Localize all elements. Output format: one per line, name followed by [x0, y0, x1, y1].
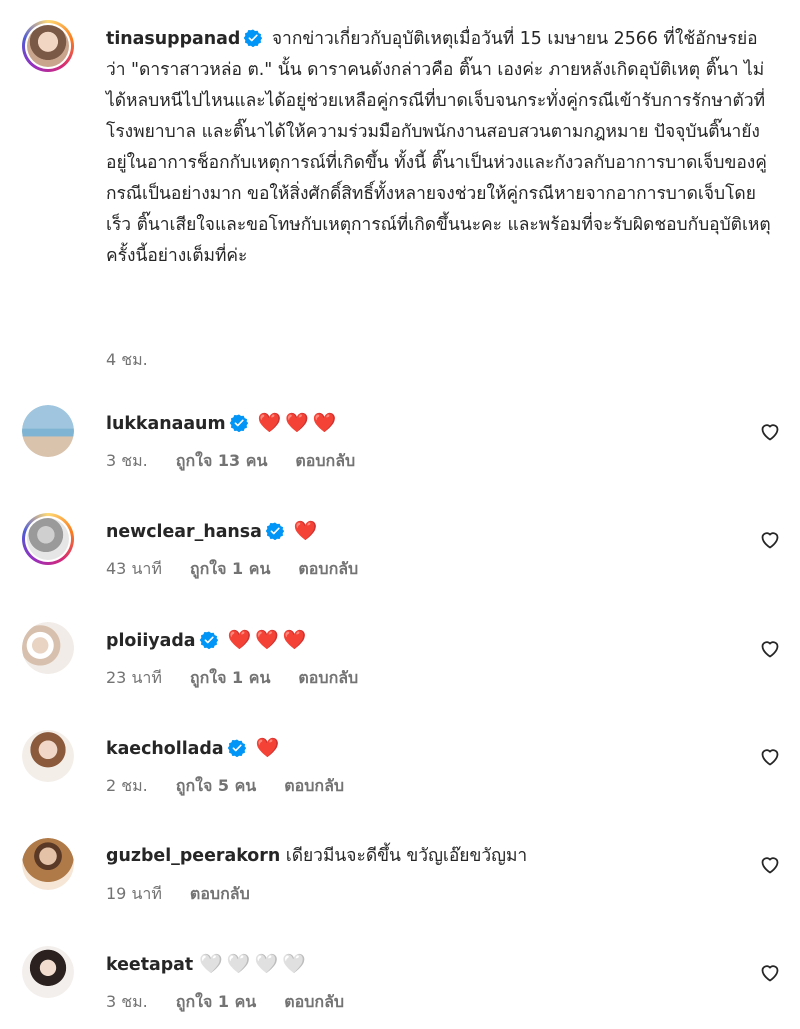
heart-outline-icon[interactable] — [758, 419, 782, 443]
heart-outline-icon[interactable] — [758, 527, 782, 551]
avatar[interactable] — [22, 946, 74, 998]
avatar[interactable] — [22, 838, 74, 890]
comment-text-line: guzbel_peerakorn เดียวมีนจะดีขึ้น ขวัญเอ… — [106, 844, 527, 868]
comment-likes-count[interactable]: ถูกใจ 1 คน — [176, 992, 256, 1011]
comment-username[interactable]: lukkanaaum — [106, 414, 226, 434]
comment-emoji-hearts: ❤️❤️❤️ — [227, 629, 311, 651]
verified-badge-icon — [227, 739, 246, 757]
avatar[interactable] — [22, 513, 74, 565]
avatar[interactable] — [22, 20, 74, 72]
reply-button[interactable]: ตอบกลับ — [190, 884, 250, 903]
comment-meta: 2 ชม. ถูกใจ 5 คน ตอบกลับ — [106, 774, 372, 799]
comment-body-text: เดียวมีนจะดีขึ้น ขวัญเอ๊ยขวัญมา — [285, 846, 528, 866]
verified-badge-icon — [244, 29, 263, 47]
verified-badge-icon — [229, 414, 248, 432]
avatar[interactable] — [22, 730, 74, 782]
comment-meta: 3 ชม. ถูกใจ 1 คน ตอบกลับ — [106, 990, 372, 1015]
heart-outline-icon[interactable] — [758, 636, 782, 660]
comment-likes-count[interactable]: ถูกใจ 1 คน — [190, 559, 270, 578]
comment-text-line: lukkanaaum ❤️❤️❤️ — [106, 411, 341, 436]
comment-username[interactable]: newclear_hansa — [106, 522, 262, 542]
comment-timestamp[interactable]: 3 ชม. — [106, 451, 148, 470]
comment-item: keetapat 🤍🤍🤍🤍 3 ชม. ถูกใจ 1 คน ตอบกลับ — [22, 946, 782, 1026]
comment-likes-count[interactable]: ถูกใจ 5 คน — [176, 776, 256, 795]
reply-button[interactable]: ตอบกลับ — [298, 559, 358, 578]
verified-badge-icon — [199, 631, 218, 649]
avatar[interactable] — [22, 405, 74, 457]
caption-username[interactable]: tinasuppanad — [106, 29, 240, 49]
comment-emoji-hearts: ❤️ — [255, 737, 284, 759]
heart-outline-icon[interactable] — [758, 852, 782, 876]
comment-username[interactable]: ploiiyada — [106, 631, 196, 651]
reply-button[interactable]: ตอบกลับ — [284, 992, 344, 1011]
avatar[interactable] — [22, 622, 74, 674]
comment-text-line: newclear_hansa ❤️ — [106, 519, 322, 544]
comment-timestamp[interactable]: 43 นาที — [106, 559, 162, 578]
verified-badge-icon — [265, 522, 284, 540]
comment-item: kaechollada ❤️ 2 ชม. ถูกใจ 5 คน ตอบกลับ — [22, 730, 782, 810]
comment-timestamp[interactable]: 3 ชม. — [106, 992, 148, 1011]
comment-username[interactable]: kaechollada — [106, 739, 224, 759]
comment-item: ploiiyada ❤️❤️❤️ 23 นาที ถูกใจ 1 คน ตอบกลับ — [22, 622, 782, 702]
comment-timestamp[interactable]: 2 ชม. — [106, 776, 148, 795]
reply-button[interactable]: ตอบกลับ — [298, 668, 358, 687]
comment-username[interactable]: guzbel_peerakorn — [106, 846, 280, 866]
comment-text-line: kaechollada ❤️ — [106, 736, 283, 761]
reply-button[interactable]: ตอบกลับ — [284, 776, 344, 795]
comment-username[interactable]: keetapat — [106, 955, 193, 975]
comment-item: guzbel_peerakorn เดียวมีนจะดีขึ้น ขวัญเอ… — [22, 838, 782, 918]
comment-emoji-hearts: ❤️ — [293, 520, 322, 542]
comments-panel: tinasuppanad จากข่าวเกี่ยวกับอุบัติเหตุเ… — [0, 0, 800, 1029]
heart-outline-icon[interactable] — [758, 960, 782, 984]
caption-timestamp[interactable]: 4 ชม. — [106, 348, 148, 373]
caption-text-block: tinasuppanad จากข่าวเกี่ยวกับอุบัติเหตุเ… — [106, 24, 776, 272]
comment-timestamp[interactable]: 23 นาที — [106, 668, 162, 687]
comment-emoji-hearts: 🤍🤍🤍🤍 — [199, 953, 310, 975]
comment-meta: 19 นาที ตอบกลับ — [106, 882, 278, 907]
comment-meta: 3 ชม. ถูกใจ 13 คน ตอบกลับ — [106, 449, 383, 474]
comment-text-line: ploiiyada ❤️❤️❤️ — [106, 628, 311, 653]
comment-likes-count[interactable]: ถูกใจ 1 คน — [190, 668, 270, 687]
comment-meta: 43 นาที ถูกใจ 1 คน ตอบกลับ — [106, 557, 386, 582]
reply-button[interactable]: ตอบกลับ — [295, 451, 355, 470]
heart-outline-icon[interactable] — [758, 744, 782, 768]
comment-item: newclear_hansa ❤️ 43 นาที ถูกใจ 1 คน ตอบกลั… — [22, 513, 782, 593]
comment-likes-count[interactable]: ถูกใจ 13 คน — [176, 451, 268, 470]
comment-item: lukkanaaum ❤️❤️❤️ 3 ชม. ถูกใจ 13 คน ตอบกลับ — [22, 405, 782, 485]
comment-meta: 23 นาที ถูกใจ 1 คน ตอบกลับ — [106, 666, 386, 691]
comment-emoji-hearts: ❤️❤️❤️ — [257, 412, 341, 434]
caption-body-text: จากข่าวเกี่ยวกับอุบัติเหตุเมื่อวันที่ 15… — [106, 29, 771, 266]
comment-timestamp[interactable]: 19 นาที — [106, 884, 162, 903]
comment-text-line: keetapat 🤍🤍🤍🤍 — [106, 952, 310, 977]
